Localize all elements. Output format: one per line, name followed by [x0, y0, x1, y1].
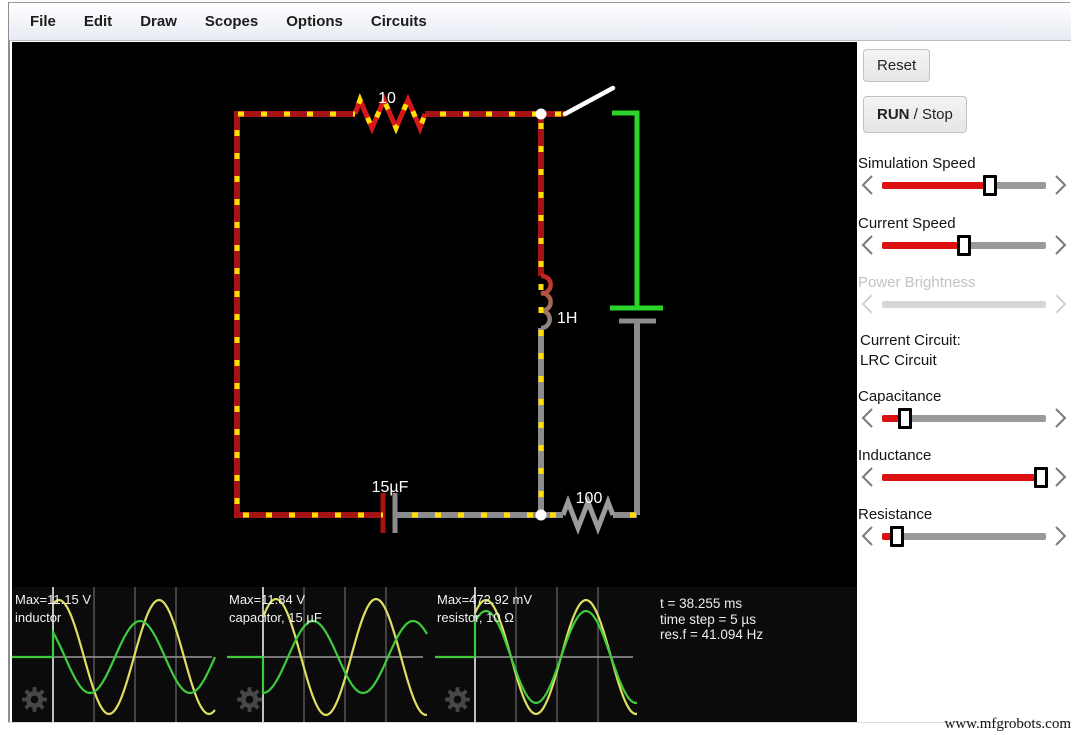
slider-decrease-arrow[interactable]: [858, 174, 880, 196]
status-resonant-frequency: res.f = 41.094 Hz: [660, 627, 764, 642]
resistor-10[interactable]: 10: [352, 90, 428, 135]
scope-2-max: Max=11.84 V: [229, 592, 306, 607]
menu-bar: File Edit Draw Scopes Options Circuits: [9, 3, 1071, 41]
status-timestep: time step = 5 µs: [660, 611, 756, 627]
slider-fill: [882, 241, 964, 249]
menu-file[interactable]: File: [30, 13, 56, 30]
slider-decrease-arrow[interactable]: [858, 525, 880, 547]
resistance-label: Resistance: [858, 506, 933, 523]
status-time: t = 38.255 ms: [660, 596, 743, 611]
slider-increase-arrow[interactable]: [1048, 466, 1070, 488]
watermark: www.mfgrobots.com: [944, 716, 1071, 732]
scope-1-max: Max=11.15 V: [15, 592, 92, 607]
circuit-canvas[interactable]: 10 1H 100 15µF: [12, 42, 857, 587]
capacitance-control: Capacitance: [858, 388, 1070, 430]
inductor-coil[interactable]: [540, 273, 553, 331]
current-speed-label: Current Speed: [858, 215, 956, 232]
control-sidebar: Reset RUN / Stop Simulation Speed Curren…: [857, 41, 1071, 722]
capacitor-label: 15µF: [372, 479, 409, 496]
power-brightness-control: Power Brightness: [858, 274, 1070, 316]
menu-circuits[interactable]: Circuits: [371, 13, 427, 30]
slider-decrease-arrow[interactable]: [858, 407, 880, 429]
simulation-status: t = 38.255 ms time step = 5 µs res.f = 4…: [660, 596, 763, 643]
inductor-branch[interactable]: 1H: [538, 114, 577, 515]
menu-draw[interactable]: Draw: [140, 13, 177, 30]
frame-border-left: [8, 2, 10, 723]
slider-handle[interactable]: [957, 234, 971, 256]
scope-3-element: resistor, 10 Ω: [437, 610, 514, 625]
capacitor-15uf[interactable]: 15µF: [372, 479, 541, 533]
scope-1-element: inductor: [15, 610, 62, 625]
current-speed-control: Current Speed: [858, 215, 1070, 257]
slider-track[interactable]: [882, 466, 1049, 488]
red-wire-loop[interactable]: [234, 111, 565, 518]
current-dots: [234, 93, 638, 518]
slider-fill: [882, 473, 1042, 481]
slider-track[interactable]: [882, 174, 1046, 196]
scope-1-label: Max=11.15 V inductor: [15, 591, 91, 627]
scope-3-settings-gear-icon[interactable]: [444, 686, 471, 713]
scope-3-max: Max=472.92 mV: [437, 592, 533, 607]
slider-handle[interactable]: [897, 407, 912, 429]
slider-handle[interactable]: [983, 174, 998, 196]
current-circuit-name: LRC Circuit: [860, 352, 937, 369]
scope-panel: Max=11.15 V inductor Max=11.84 V capacitor…: [12, 587, 857, 722]
current-circuit-label: Current Circuit:: [860, 332, 961, 349]
scope-2-element: capacitor, 15 µF: [229, 610, 322, 625]
power-brightness-label: Power Brightness: [858, 274, 976, 291]
slider-decrease-arrow[interactable]: [858, 234, 880, 256]
inductance-control: Inductance: [858, 447, 1070, 489]
capacitance-label: Capacitance: [858, 388, 942, 405]
simulation-speed-label: Simulation Speed: [858, 155, 976, 172]
menu-edit[interactable]: Edit: [84, 13, 112, 30]
slider-increase-arrow[interactable]: [1048, 174, 1070, 196]
slider-handle[interactable]: [889, 525, 904, 547]
scope-1-settings-gear-icon[interactable]: [21, 686, 48, 713]
switch-open[interactable]: [562, 85, 616, 117]
simulation-speed-control: Simulation Speed: [858, 155, 1070, 197]
slider-track[interactable]: [882, 525, 1046, 547]
circuit-drawing: 10 1H 100 15µF: [234, 85, 663, 535]
run-stop-button[interactable]: RUN / Stop: [863, 96, 967, 133]
run-label: RUN: [877, 106, 910, 123]
slider-increase-arrow: [1055, 294, 1067, 314]
node-dot-bottom: [535, 509, 547, 521]
slider-handle[interactable]: [1034, 466, 1049, 488]
slider-increase-arrow[interactable]: [1048, 234, 1070, 256]
slider-track[interactable]: [882, 407, 1046, 429]
inductance-label: Inductance: [858, 447, 932, 464]
scope-2-label: Max=11.84 V capacitor, 15 µF: [229, 591, 322, 627]
resistance-control: Resistance: [858, 506, 1070, 548]
slider-fill: [882, 181, 991, 189]
scope-3-label: Max=472.92 mV resistor, 10 Ω: [437, 591, 532, 627]
resistor-100-branch[interactable]: 100: [541, 490, 637, 535]
scope-2-settings-gear-icon[interactable]: [236, 686, 263, 713]
slider-track[interactable]: [882, 234, 1046, 256]
current-circuit-info: Current Circuit: LRC Circuit: [860, 331, 961, 371]
inductor-label: 1H: [557, 310, 577, 327]
frame-border-bottom: [8, 722, 1071, 723]
slider-decrease-arrow[interactable]: [858, 466, 880, 488]
slider-decrease-arrow: [861, 294, 873, 314]
voltage-source[interactable]: [610, 110, 663, 515]
stop-label: / Stop: [909, 106, 953, 123]
menu-options[interactable]: Options: [286, 13, 343, 30]
slider-track: [882, 300, 1046, 308]
menu-scopes[interactable]: Scopes: [205, 13, 258, 30]
slider-increase-arrow[interactable]: [1048, 525, 1070, 547]
node-dot-top: [535, 108, 547, 120]
resistor-100-label: 100: [576, 490, 603, 507]
reset-button[interactable]: Reset: [863, 49, 931, 82]
slider-increase-arrow[interactable]: [1048, 407, 1070, 429]
